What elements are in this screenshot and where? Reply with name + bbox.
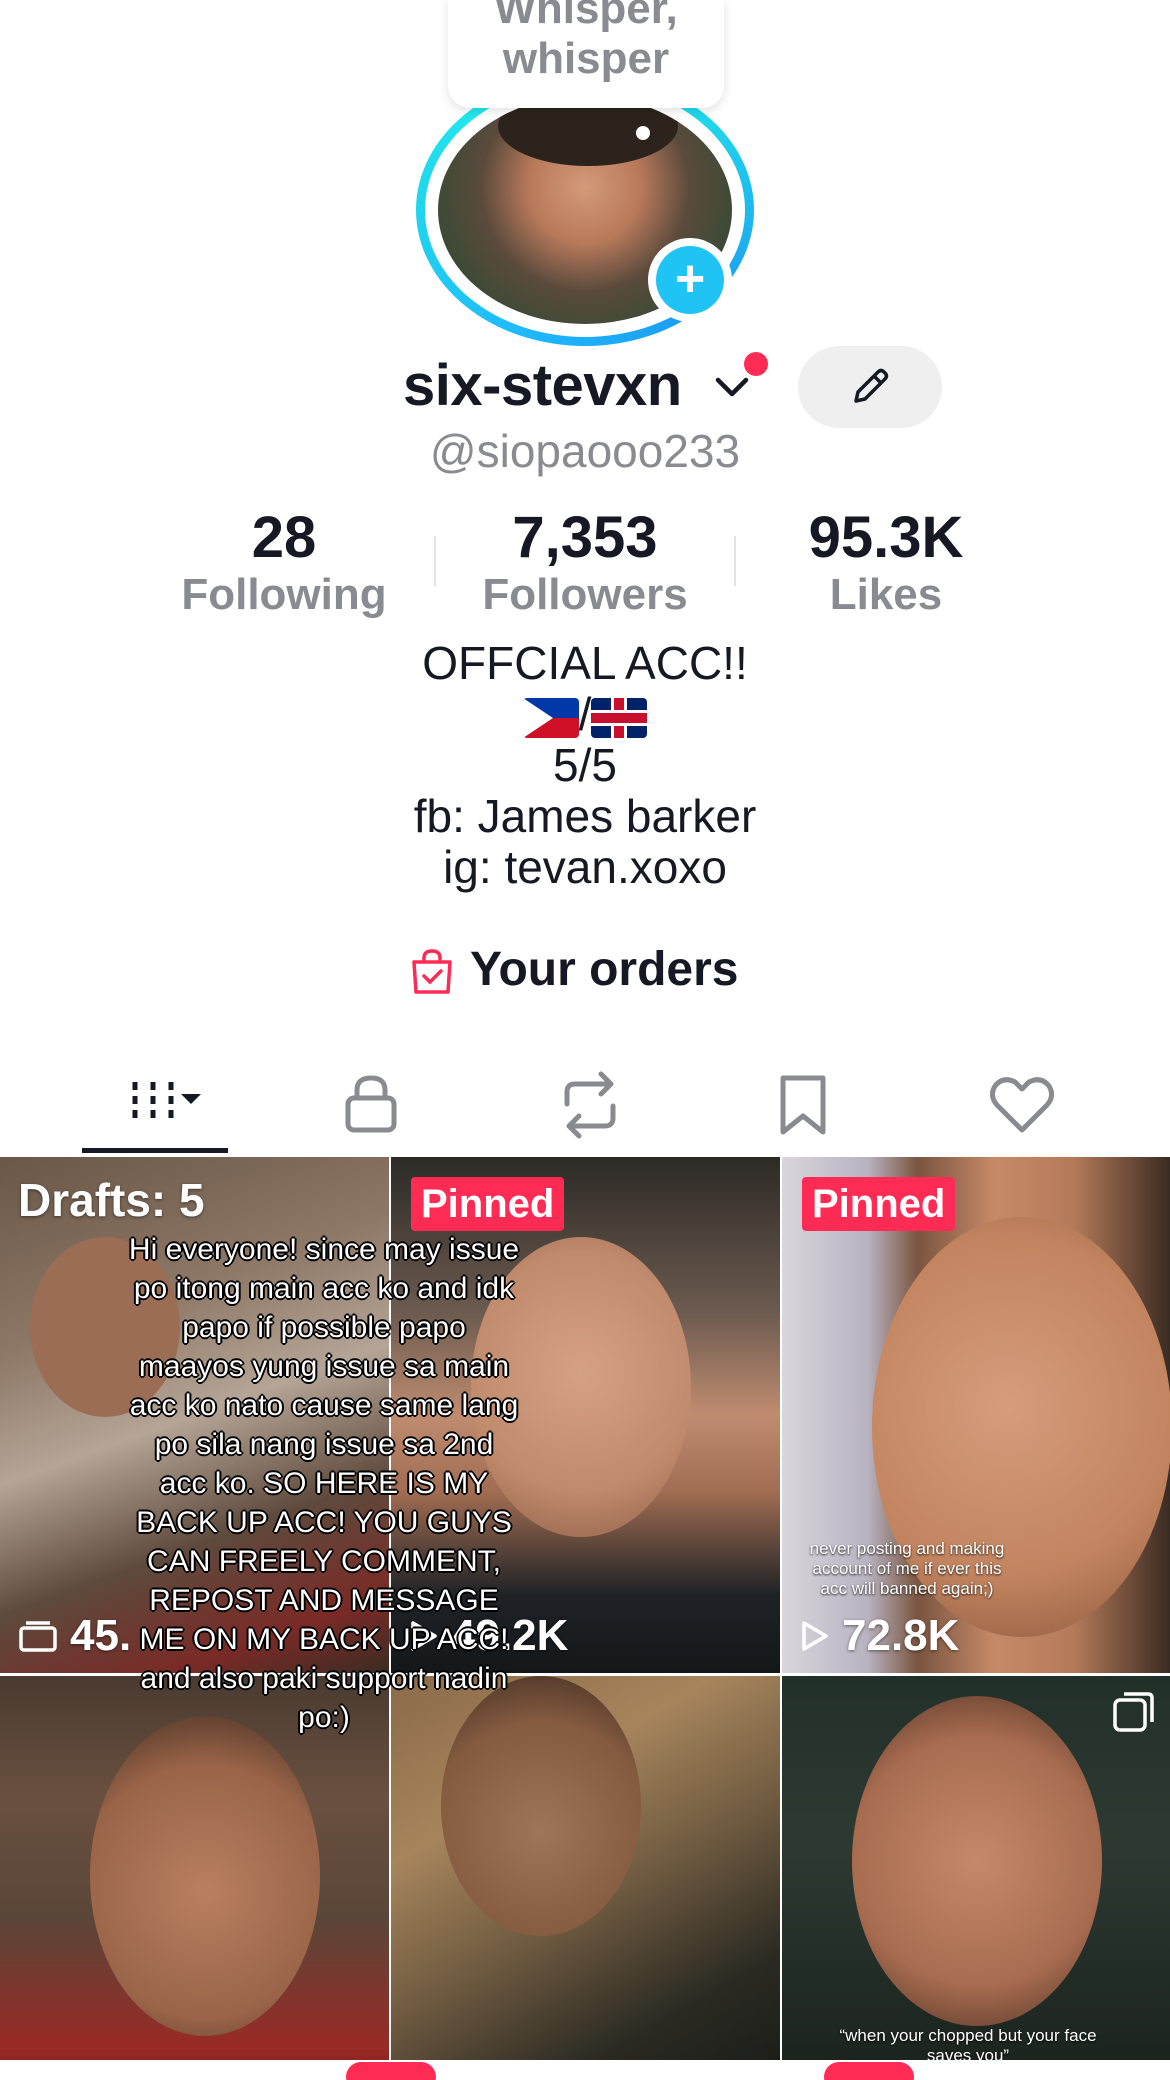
bubble-tail [636,126,650,140]
pinned-badge: Pinned [411,1177,565,1231]
pencil-icon [854,368,889,403]
bio-line: 5/5 [553,739,617,791]
stat-divider [734,536,736,586]
repost-icon [564,1071,616,1139]
chevron-down-icon[interactable] [712,366,752,406]
active-tab-indicator [82,1148,228,1153]
video-caption: never posting and making account of me i… [809,1539,1005,1598]
profile-avatar[interactable]: + [416,74,754,346]
badge-pill [824,2062,914,2080]
philippines-flag-icon [522,697,579,738]
play-icon [802,1621,828,1651]
bio-flags: / [0,689,1170,740]
bookmark-icon [780,1075,826,1135]
lock-icon [345,1075,397,1133]
edit-profile-button[interactable] [798,346,942,428]
tab-videos[interactable] [80,1058,230,1158]
stat-divider [434,536,436,586]
bio-line: fb: James barker [413,790,757,842]
tab-liked[interactable] [942,1058,1092,1158]
badge-pill [346,2062,436,2080]
plus-icon: + [656,246,724,314]
note-bubble[interactable]: Whisper, whisper [448,0,724,108]
drafts-icon [19,1621,57,1652]
drafts-overlay-text: Hi everyone! since may issue po itong ma… [128,1233,520,1734]
tab-favorites[interactable] [728,1058,878,1158]
heart-icon [989,1077,1055,1133]
profile-tabs [0,1058,1170,1158]
pinned-video-tile[interactable]: Pinned never posting and making account … [782,1157,1170,1673]
display-name[interactable]: six-stevxn [403,352,682,419]
tab-private[interactable] [296,1058,446,1158]
video-tile[interactable]: “when your chopped but your face saves y… [782,1676,1170,2080]
pinned-badge: Pinned [802,1177,956,1231]
videos-icon [132,1082,201,1118]
followers-stat[interactable]: 7,353 Followers [455,506,715,620]
add-friends-icon[interactable] [48,0,118,6]
notification-dot [744,352,768,376]
user-handle: @siopaooo233 [429,425,741,477]
uk-flag-icon [591,697,648,738]
tab-reposts[interactable] [510,1058,660,1158]
bottom-strip [0,2060,1170,2080]
add-story-button[interactable]: + [648,238,732,322]
bio-line: OFFCIAL ACC!! [422,637,748,689]
bio: OFFCIAL ACC!! / 5/5 fb: James barker ig:… [0,638,1170,893]
shopping-bag-icon [412,949,452,994]
photo-carousel-icon [1113,1692,1154,1732]
menu-icon[interactable] [1056,0,1116,6]
following-stat[interactable]: 28 Following [154,506,414,620]
likes-stat[interactable]: 95.3K Likes [756,506,1016,620]
bio-line: ig: tevan.xoxo [443,841,727,893]
streak-icon[interactable] [930,0,990,6]
creator-tools-icon[interactable] [812,0,882,6]
name-row: six-stevxn [0,352,1170,422]
